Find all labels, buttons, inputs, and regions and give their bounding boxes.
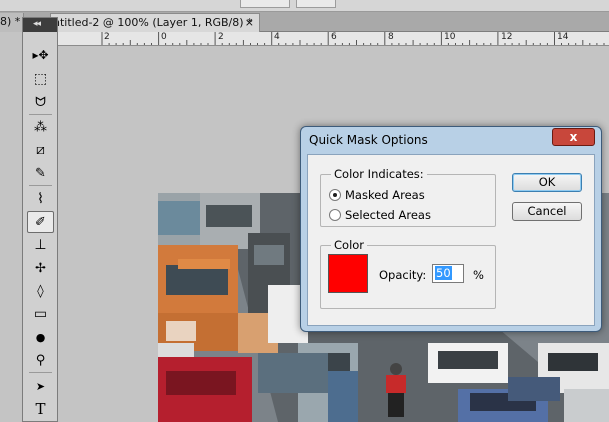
ruler-label: 0 (161, 32, 167, 42)
ruler-label: 2 (218, 32, 224, 42)
dodge-tool[interactable]: ⚲ (27, 349, 54, 371)
tools-panel-header[interactable]: ◂◂ (23, 18, 57, 32)
color-indicates-group: Color Indicates: Masked Areas Selected A… (320, 167, 496, 227)
brush-tool-icon: ✐ (35, 214, 46, 230)
healing-brush-tool-icon: ⌇ (37, 191, 44, 207)
collapse-panel-icon[interactable]: ◂◂ (33, 19, 41, 29)
ruler-label: 4 (274, 32, 280, 42)
eraser-tool[interactable]: ◊ (27, 280, 54, 302)
tools-panel: ◂◂ ▸✥ ⬚ ᗢ ⁂ ⧄ ✎ ⌇ ✐ ⊥ ✢ ◊ ▭ ● ⚲ ➤ T (22, 17, 58, 422)
magic-wand-tool-icon: ⁂ (34, 119, 47, 135)
ruler-label: 12 (501, 32, 513, 42)
tools-separator (29, 114, 52, 115)
cancel-button[interactable]: Cancel (512, 202, 582, 221)
color-legend: Color (331, 238, 368, 252)
type-tool[interactable]: T (27, 398, 54, 420)
tools-separator (29, 372, 52, 373)
crop-tool[interactable]: ⧄ (27, 139, 54, 161)
marquee-tool-icon: ⬚ (33, 71, 48, 87)
tab-other-document-label: 8) * (0, 15, 21, 28)
ok-button[interactable]: OK (512, 173, 582, 192)
lasso-tool[interactable]: ᗢ (27, 91, 54, 113)
path-selection-tool-icon: ➤ (35, 379, 46, 393)
history-brush-tool-icon: ✢ (35, 260, 46, 276)
lasso-tool-icon: ᗢ (35, 94, 46, 110)
dialog-body: Color Indicates: Masked Areas Selected A… (307, 154, 595, 326)
move-tool[interactable]: ▸✥ (27, 44, 54, 66)
healing-brush-tool[interactable]: ⌇ (27, 188, 54, 210)
selected-areas-radio[interactable] (329, 209, 341, 221)
masked-areas-option[interactable]: Masked Areas (329, 188, 425, 202)
opacity-input[interactable]: 50 (432, 264, 464, 283)
ruler-label: 2 (104, 32, 110, 42)
marquee-tool[interactable]: ⬚ (27, 68, 54, 90)
selected-areas-label: Selected Areas (345, 208, 431, 222)
tab-untitled-2-label: ntitled-2 @ 100% (Layer 1, RGB/8) * (53, 16, 253, 29)
gradient-tool-icon: ▭ (33, 306, 48, 322)
masked-areas-label: Masked Areas (345, 188, 425, 202)
tab-other-document[interactable]: 8) * (0, 13, 24, 32)
opacity-label: Opacity: (379, 268, 427, 282)
brush-tool[interactable]: ✐ (27, 211, 54, 233)
magic-wand-tool[interactable]: ⁂ (27, 116, 54, 138)
masked-areas-radio[interactable] (329, 189, 341, 201)
options-bar-strip (0, 0, 609, 12)
opacity-unit: % (473, 268, 484, 282)
options-bar-control[interactable] (296, 0, 336, 8)
mask-color-swatch[interactable] (328, 254, 368, 293)
clone-stamp-tool-icon: ⊥ (34, 237, 47, 253)
selected-areas-option[interactable]: Selected Areas (329, 208, 431, 222)
blur-tool[interactable]: ● (27, 326, 54, 348)
eraser-tool-icon: ◊ (37, 283, 44, 299)
close-tab-icon[interactable]: × (245, 14, 254, 32)
quick-mask-options-dialog: Quick Mask Options x Color Indicates: Ma… (300, 126, 602, 332)
color-indicates-legend: Color Indicates: (331, 167, 427, 181)
dialog-title: Quick Mask Options (309, 133, 428, 147)
tools-separator (29, 185, 52, 186)
path-selection-tool[interactable]: ➤ (27, 375, 54, 397)
crop-tool-icon: ⧄ (36, 142, 45, 158)
options-bar-control[interactable] (240, 0, 290, 8)
eyedropper-tool-icon: ✎ (35, 165, 46, 181)
blur-tool-icon: ● (35, 330, 46, 344)
opacity-value: 50 (435, 266, 452, 280)
history-brush-tool[interactable]: ✢ (27, 257, 54, 279)
move-tool-icon: ▸✥ (32, 48, 49, 62)
horizontal-ruler[interactable]: 2 0 2 4 6 8 10 12 14 (58, 32, 609, 46)
document-tab-bar: 8) * ntitled-2 @ 100% (Layer 1, RGB/8) *… (0, 12, 609, 32)
ruler-label: 10 (444, 32, 456, 42)
close-icon: x (569, 130, 578, 144)
dodge-tool-icon: ⚲ (35, 352, 46, 368)
tab-untitled-2[interactable]: ntitled-2 @ 100% (Layer 1, RGB/8) * × (50, 13, 260, 32)
close-dialog-button[interactable]: x (552, 128, 595, 146)
ruler-label: 14 (557, 32, 569, 42)
eyedropper-tool[interactable]: ✎ (27, 162, 54, 184)
ruler-label: 8 (388, 32, 394, 42)
clone-stamp-tool[interactable]: ⊥ (27, 234, 54, 256)
type-tool-icon: T (35, 400, 46, 418)
gradient-tool[interactable]: ▭ (27, 303, 54, 325)
ruler-label: 6 (331, 32, 337, 42)
